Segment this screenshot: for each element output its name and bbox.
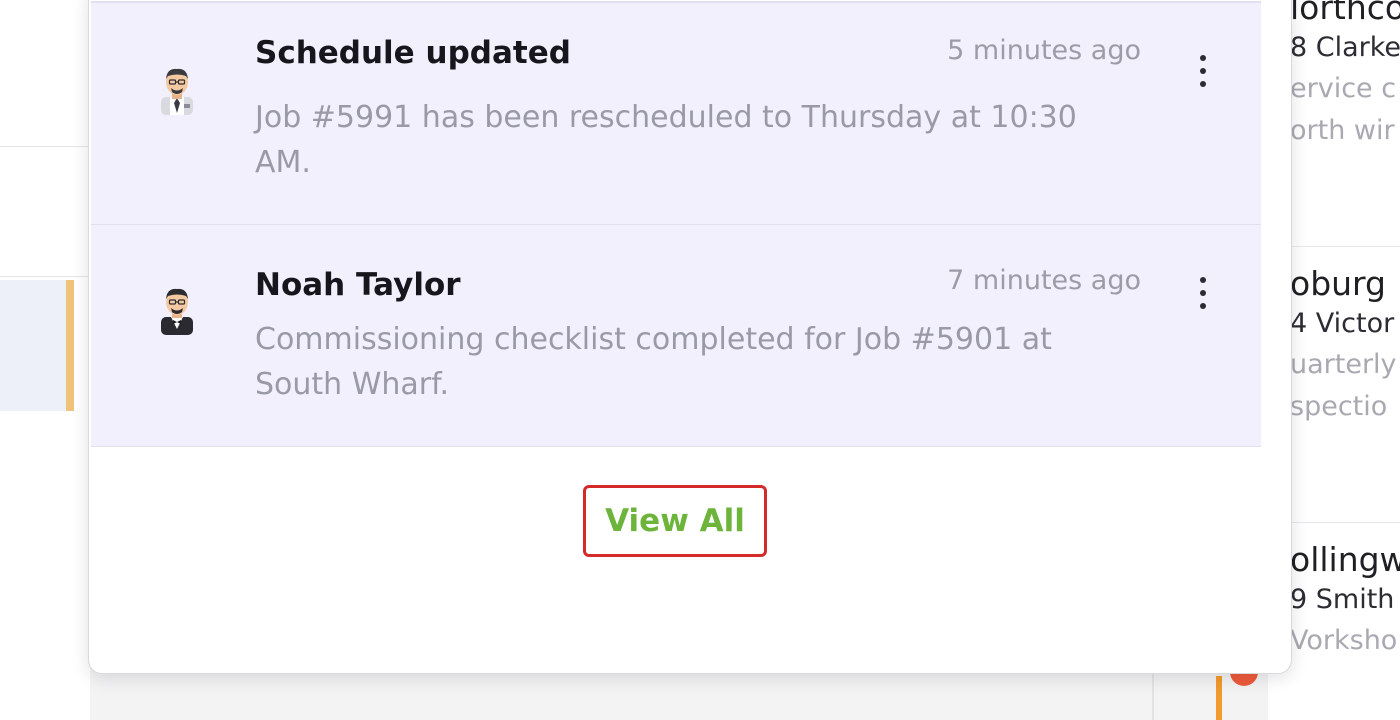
- location-description: uarterly: [1290, 349, 1397, 380]
- notification-title: Noah Taylor: [255, 267, 461, 303]
- timeline-bar: [1216, 676, 1222, 720]
- selected-row-highlight: [0, 280, 74, 411]
- notification-message: Commissioning checklist completed for Jo…: [255, 322, 1052, 402]
- more-vertical-icon[interactable]: [1193, 51, 1213, 91]
- notification-message: Job #5991 has been rescheduled to Thursd…: [255, 100, 1077, 180]
- man-avatar-icon: [161, 68, 193, 115]
- location-card[interactable]: lorthco 8 Clarke ervice c orth wir: [1290, 0, 1400, 152]
- location-description: spectio: [1290, 391, 1388, 422]
- background-list-left: [0, 0, 90, 720]
- divider: [0, 146, 90, 147]
- view-all-button[interactable]: View All: [583, 485, 767, 557]
- location-card[interactable]: oburg 4 Victor uarterly spectio: [1290, 264, 1400, 428]
- location-address: 8 Clarke: [1290, 32, 1400, 63]
- location-description: orth wir: [1290, 115, 1395, 146]
- notification-timestamp: 5 minutes ago: [947, 35, 1141, 66]
- location-address: 4 Victor: [1290, 308, 1395, 339]
- location-name: oburg: [1290, 264, 1386, 303]
- notification-title: Schedule updated: [255, 35, 571, 71]
- selected-row-indicator: [66, 280, 74, 411]
- more-vertical-icon[interactable]: [1193, 273, 1213, 313]
- notification-list: Schedule updated 5 minutes ago Job #5991…: [91, 0, 1261, 447]
- notification-item[interactable]: Schedule updated 5 minutes ago Job #5991…: [91, 1, 1261, 225]
- divider: [0, 276, 90, 277]
- man-avatar-icon: [161, 288, 193, 335]
- location-description: Vorksho: [1290, 625, 1398, 656]
- location-name: lorthco: [1290, 0, 1400, 27]
- notifications-dropdown: Schedule updated 5 minutes ago Job #5991…: [88, 0, 1292, 674]
- notification-item[interactable]: Noah Taylor 7 minutes ago Commissioning …: [91, 225, 1261, 447]
- location-card[interactable]: ollingw 9 Smith Vorksho: [1290, 540, 1400, 662]
- location-name: ollingw: [1290, 540, 1400, 579]
- location-description: ervice c: [1290, 73, 1397, 104]
- location-address: 9 Smith: [1290, 584, 1395, 615]
- notification-timestamp: 7 minutes ago: [947, 265, 1141, 296]
